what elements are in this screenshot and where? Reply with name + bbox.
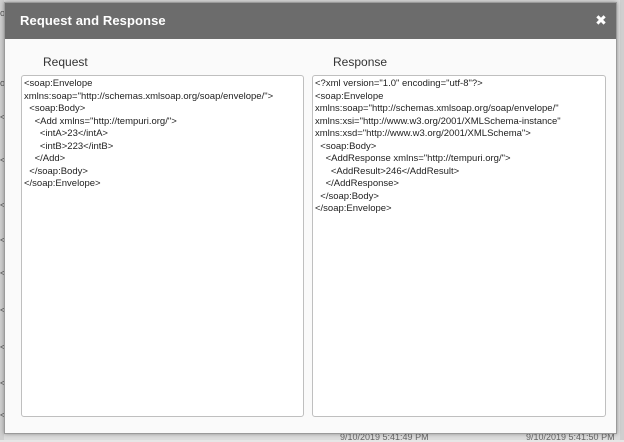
background-right-edge [620, 0, 624, 440]
request-response-dialog: Request and Response ✖ Request Response … [4, 2, 617, 434]
request-label: Request [43, 55, 88, 69]
close-icon[interactable]: ✖ [592, 11, 610, 29]
dialog-title: Request and Response [20, 13, 166, 28]
response-xml-textarea[interactable]: <?xml version="1.0" encoding="utf-8"?> <… [312, 75, 606, 417]
request-xml-textarea[interactable]: <soap:Envelope xmlns:soap="http://schema… [21, 75, 304, 417]
response-label: Response [333, 55, 388, 69]
dialog-titlebar: Request and Response ✖ [5, 3, 616, 39]
